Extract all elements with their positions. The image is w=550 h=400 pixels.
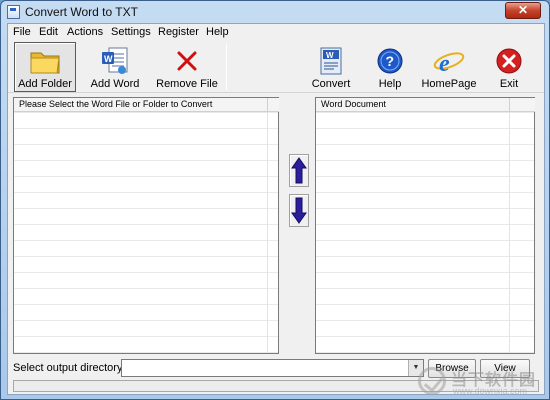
- view-button[interactable]: View: [480, 359, 530, 378]
- menu-register[interactable]: Register: [158, 26, 199, 38]
- convert-label: Convert: [311, 78, 351, 90]
- menu-settings[interactable]: Settings: [111, 26, 151, 38]
- window-close-button[interactable]: ✕: [505, 2, 541, 19]
- chevron-down-icon[interactable]: ▼: [408, 360, 423, 376]
- source-list-column-divider: [267, 112, 268, 353]
- homepage-label: HomePage: [421, 78, 477, 90]
- menu-file[interactable]: File: [13, 26, 31, 38]
- client-area: File Edit Actions Settings Register Help…: [7, 23, 545, 396]
- status-bar: [13, 380, 539, 392]
- toolbar: Add Folder W Add Word Remove File W Conv…: [8, 41, 544, 93]
- output-directory-label: Select output directory:: [13, 362, 126, 374]
- word-document-icon: W: [102, 47, 128, 74]
- svg-text:W: W: [104, 54, 113, 64]
- menu-bar: File Edit Actions Settings Register Help: [8, 24, 544, 41]
- exit-button[interactable]: Exit: [486, 42, 532, 92]
- remove-file-label: Remove File: [156, 78, 218, 90]
- source-list-rows: [14, 112, 278, 353]
- document-list-column-divider: [509, 112, 510, 353]
- document-list-header-extra: [509, 98, 535, 112]
- svg-text:W: W: [326, 51, 334, 60]
- internet-explorer-icon: e: [433, 51, 465, 76]
- word-document-list[interactable]: Word Document: [315, 97, 535, 354]
- convert-button[interactable]: W Convert: [304, 42, 358, 92]
- add-word-button[interactable]: W Add Word: [86, 42, 144, 92]
- arrow-up-icon: [291, 157, 307, 184]
- convert-document-icon: W: [320, 47, 342, 75]
- title-bar[interactable]: Convert Word to TXT ✕: [1, 1, 549, 23]
- remove-file-button[interactable]: Remove File: [154, 42, 220, 92]
- app-window: Convert Word to TXT ✕ File Edit Actions …: [0, 0, 550, 400]
- menu-help[interactable]: Help: [206, 26, 229, 38]
- source-list-header-extra: [267, 98, 279, 112]
- document-list-header[interactable]: Word Document: [316, 98, 509, 112]
- exit-label: Exit: [499, 78, 519, 90]
- menu-actions[interactable]: Actions: [67, 26, 103, 38]
- document-list-rows: [316, 112, 534, 353]
- homepage-button[interactable]: e HomePage: [420, 42, 478, 92]
- menu-edit[interactable]: Edit: [39, 26, 58, 38]
- source-file-list[interactable]: Please Select the Word File or Folder to…: [13, 97, 279, 354]
- add-folder-label: Add Folder: [18, 78, 72, 90]
- help-icon: ?: [377, 48, 403, 74]
- move-up-button[interactable]: [289, 154, 309, 187]
- arrow-down-icon: [291, 197, 307, 224]
- toolbar-separator: [226, 44, 227, 90]
- move-down-button[interactable]: [289, 194, 309, 227]
- window-title: Convert Word to TXT: [25, 5, 138, 19]
- help-label: Help: [378, 78, 402, 90]
- browse-button[interactable]: Browse: [428, 359, 476, 378]
- exit-icon: [496, 48, 522, 74]
- svg-text:?: ?: [386, 53, 395, 69]
- add-word-label: Add Word: [90, 78, 140, 90]
- source-list-header[interactable]: Please Select the Word File or Folder to…: [14, 98, 267, 112]
- svg-text:e: e: [439, 51, 450, 76]
- add-folder-button[interactable]: Add Folder: [14, 42, 76, 92]
- remove-x-icon: [177, 51, 197, 71]
- app-icon: [7, 5, 20, 19]
- folder-icon: [30, 52, 60, 74]
- help-button[interactable]: ? Help: [368, 42, 412, 92]
- output-directory-combo[interactable]: ▼: [121, 359, 424, 377]
